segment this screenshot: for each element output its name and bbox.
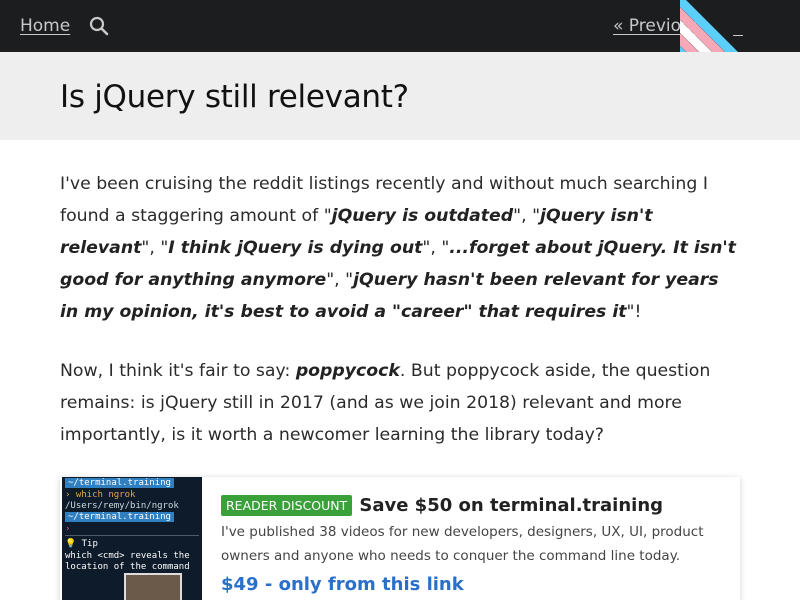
- thumb-line-4: ~/terminal.training: [65, 512, 174, 522]
- promo-heading: READER DISCOUNT Save $50 on terminal.tra…: [221, 495, 731, 516]
- thumb-line-3: /Users/remy/bin/ngrok: [65, 501, 179, 511]
- p1-text-5: ", ": [326, 270, 354, 290]
- top-nav-bar: Home « Previous: [0, 0, 800, 52]
- p1-text-6: "!: [626, 302, 642, 322]
- thumb-line-1: ~/terminal.training: [65, 478, 174, 488]
- title-band: Is jQuery still relevant?: [0, 52, 800, 140]
- article-body: I've been cruising the reddit listings r…: [60, 168, 740, 478]
- search-icon[interactable]: [89, 16, 109, 36]
- p1-text-3: ", ": [141, 238, 169, 258]
- home-link[interactable]: Home: [20, 16, 70, 36]
- thumb-line-2: › which ngrok: [65, 490, 136, 500]
- thumb-line-8: location of the command: [65, 562, 190, 572]
- thumb-line-5: ›: [65, 524, 71, 534]
- promo-title[interactable]: Save $50 on terminal.training: [359, 495, 663, 516]
- previous-post-link[interactable]: « Previous: [613, 16, 701, 36]
- thumb-line-6: Tip: [81, 539, 98, 549]
- p1-quote-3: I think jQuery is dying out: [168, 238, 423, 258]
- p1-text-2: ", ": [513, 206, 541, 226]
- page-title: Is jQuery still relevant?: [60, 79, 409, 115]
- p2-quote-1: poppycock: [295, 361, 400, 381]
- discount-badge: READER DISCOUNT: [221, 495, 353, 516]
- author-photo: [124, 573, 182, 600]
- promo-price-link[interactable]: $49 - only from this link: [221, 574, 731, 595]
- tip-icon: 💡: [65, 539, 82, 549]
- promo-thumbnail[interactable]: ~/terminal.training › which ngrok /Users…: [62, 477, 202, 600]
- p2-text-1: Now, I think it's fair to say:: [60, 361, 296, 381]
- article-paragraph-2: Now, I think it's fair to say: poppycock…: [60, 355, 740, 451]
- promo-description: I've published 38 videos for new develop…: [221, 524, 704, 564]
- article-paragraph-1: I've been cruising the reddit listings r…: [60, 168, 740, 328]
- next-post-link[interactable]: [733, 16, 743, 36]
- p1-text-4: ", ": [422, 238, 450, 258]
- thumb-line-7: which <cmd> reveals the: [65, 551, 190, 561]
- p1-quote-1: jQuery is outdated: [331, 206, 514, 226]
- promo-card[interactable]: ~/terminal.training › which ngrok /Users…: [60, 477, 740, 600]
- promo-body: READER DISCOUNT Save $50 on terminal.tra…: [221, 495, 731, 595]
